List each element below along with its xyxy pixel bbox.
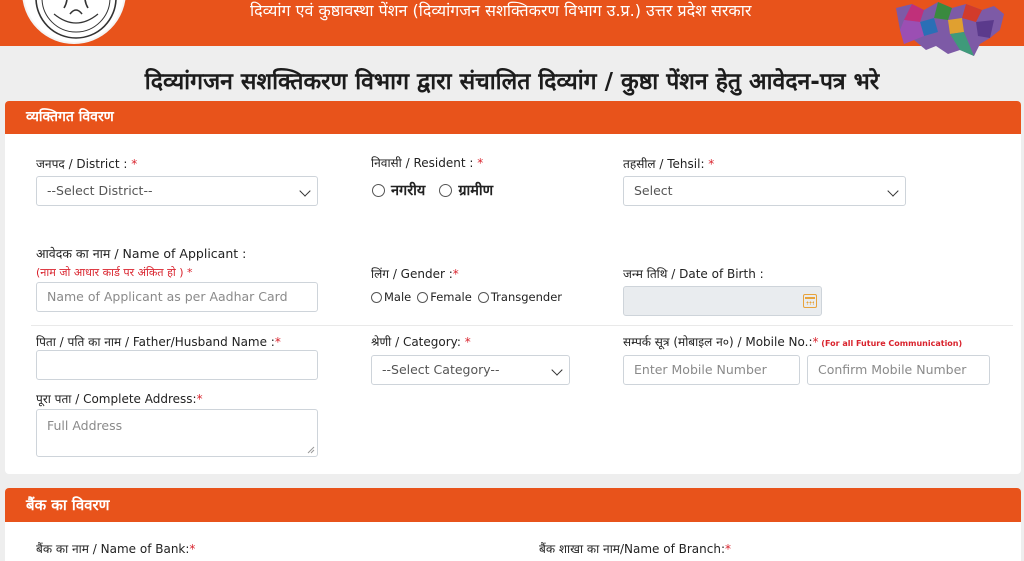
tehsil-label: तहसील / Tehsil: * xyxy=(623,157,715,171)
personal-details-card: व्यक्तिगत विवरण जनपद / District : * --Se… xyxy=(5,101,1021,474)
radio-transgender[interactable] xyxy=(477,291,489,303)
father-name-input[interactable] xyxy=(36,350,318,380)
category-label: श्रेणी / Category: * xyxy=(371,335,471,349)
bank-name-label: बैंक का नाम / Name of Bank:* xyxy=(36,542,196,556)
resident-option-urban[interactable]: नगरीय xyxy=(372,180,433,200)
resident-label: निवासी / Resident : * xyxy=(371,156,484,170)
gender-option-female[interactable]: Female xyxy=(417,290,472,304)
dob-input[interactable] xyxy=(623,286,822,316)
site-title: दिव्यांग एवं कुष्ठावस्था पेंशन (दिव्यांग… xyxy=(250,1,752,20)
section-divider xyxy=(31,325,1013,326)
branch-name-label: बैंक शाखा का नाम/Name of Branch:* xyxy=(539,542,731,556)
mobile-label: सम्पर्क सूत्र (मोबाइल न०) / Mobile No.:*… xyxy=(623,335,963,349)
confirm-mobile-input[interactable]: Confirm Mobile Number xyxy=(807,355,990,385)
gender-radio-group: Male Female Transgender xyxy=(371,290,568,304)
chevron-down-icon xyxy=(887,185,899,197)
dob-label: जन्म तिथि / Date of Birth : xyxy=(623,267,764,281)
page-title: दिव्यांगजन सशक्तिकरण विभाग द्वारा संचालि… xyxy=(144,69,880,95)
address-textarea[interactable]: Full Address xyxy=(36,409,318,457)
gender-option-transgender[interactable]: Transgender xyxy=(477,290,562,304)
applicant-label: आवेदक का नाम / Name of Applicant : xyxy=(36,246,247,261)
calendar-icon[interactable] xyxy=(803,294,817,308)
father-name-label: पिता / पति का नाम / Father/Husband Name … xyxy=(36,335,281,349)
tehsil-select[interactable]: Select xyxy=(623,176,906,206)
radio-female[interactable] xyxy=(417,291,429,303)
top-banner: दिव्यांग एवं कुष्ठावस्था पेंशन (दिव्यांग… xyxy=(0,0,1024,56)
resize-handle-icon[interactable] xyxy=(307,446,315,454)
mobile-input[interactable]: Enter Mobile Number xyxy=(623,355,800,385)
address-label: पूरा पता / Complete Address:* xyxy=(36,392,203,406)
applicant-name-input[interactable]: Name of Applicant as per Aadhar Card xyxy=(36,282,318,312)
radio-rural[interactable] xyxy=(439,183,453,197)
section-title-bank: बैंक का विवरण xyxy=(5,488,1021,522)
gender-label: लिंग / Gender :* xyxy=(371,267,459,281)
resident-option-rural[interactable]: ग्रामीण xyxy=(439,180,501,200)
chevron-down-icon xyxy=(551,364,563,376)
district-select[interactable]: --Select District-- xyxy=(36,176,318,206)
applicant-hint: (नाम जो आधार कार्ड पर अंकित हो ) * xyxy=(36,266,193,279)
emblem-logo xyxy=(22,0,126,44)
category-select[interactable]: --Select Category-- xyxy=(371,355,570,385)
bank-details-card: बैंक का विवरण बैंक का नाम / Name of Bank… xyxy=(5,488,1021,561)
chevron-down-icon xyxy=(299,185,311,197)
gender-option-male[interactable]: Male xyxy=(371,290,411,304)
section-title-personal: व्यक्तिगत विवरण xyxy=(5,101,1021,134)
state-map xyxy=(890,0,1010,60)
radio-male[interactable] xyxy=(371,291,382,303)
district-label: जनपद / District : * xyxy=(36,157,138,171)
radio-urban[interactable] xyxy=(372,183,385,197)
resident-radio-group: नगरीय ग्रामीण xyxy=(372,180,507,200)
